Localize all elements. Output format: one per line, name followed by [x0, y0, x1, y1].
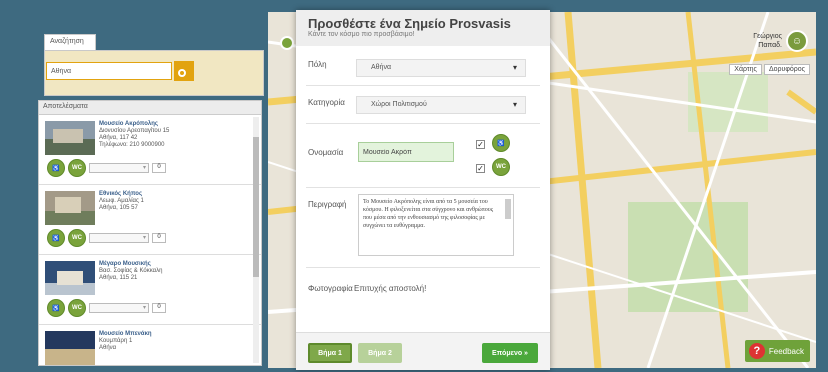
result-thumbnail: [45, 261, 95, 295]
modal-footer: Βήμα 1 Βήμα 2 Επόμενο »: [296, 332, 550, 370]
city-row: Πόλη Αθήνα: [306, 50, 540, 86]
description-label: Περιγραφή: [308, 200, 347, 209]
category-select[interactable]: Χώροι Πολιτισμού: [356, 96, 526, 114]
wheelchair-checkbox[interactable]: ✓: [476, 140, 485, 149]
result-line: Βασ. Σοφίας & Κόκκαλη: [99, 268, 163, 274]
wheelchair-icon[interactable]: ♿: [47, 159, 65, 177]
description-textarea[interactable]: Το Μουσείο Ακρόπολης είναι από τα 5 μουσ…: [358, 194, 514, 256]
result-line: Κουμπάρη 1: [99, 338, 133, 344]
result-thumbnail: [45, 191, 95, 225]
name-label: Ονομασία: [308, 148, 344, 157]
result-line: Διονυσίου Αρεοπαγίτου 15: [99, 128, 170, 134]
category-label: Κατηγορία: [308, 98, 345, 107]
next-button[interactable]: Επόμενο »: [482, 343, 538, 363]
results-scrollbar[interactable]: [253, 117, 259, 363]
wheelchair-icon[interactable]: ♿: [47, 299, 65, 317]
add-point-modal: Προσθέστε ένα Σημείο Prosvasis Κάντε τον…: [296, 10, 550, 370]
results-title: Αποτελέσματα: [39, 101, 261, 115]
photo-label: Φωτογραφία: [308, 284, 353, 293]
city-label: Πόλη: [308, 60, 327, 69]
result-title: Μέγαρο Μουσικής: [99, 261, 151, 267]
modal-header: Προσθέστε ένα Σημείο Prosvasis Κάντε τον…: [296, 10, 550, 46]
help-icon: ?: [748, 343, 765, 359]
list-item[interactable]: Μουσείο Ακρόπολης Διονυσίου Αρεοπαγίτου …: [39, 115, 261, 185]
search-button[interactable]: [174, 61, 194, 81]
wc-badge[interactable]: WC: [68, 229, 86, 247]
wc-icon[interactable]: WC: [492, 158, 510, 176]
list-item[interactable]: Εθνικός Κήπος Λεωφ. Αμαλίας 1 Αθήνα, 105…: [39, 185, 261, 255]
result-line: Αθήνα: [99, 345, 117, 351]
result-title: Μουσείο Μπενάκη: [99, 331, 152, 337]
wc-badge[interactable]: WC: [68, 299, 86, 317]
scrollbar-thumb[interactable]: [253, 137, 259, 277]
user-name-line1: Γεώργιος: [753, 33, 782, 40]
search-icon: [178, 69, 186, 77]
list-item[interactable]: Μέγαρο Μουσικής Βασ. Σοφίας & Κόκκαλη Αθ…: [39, 255, 261, 325]
modal-subtitle: Κάντε τον κόσμο πιο προσβάσιμο!: [308, 31, 415, 38]
category-row: Κατηγορία Χώροι Πολιτισμού: [306, 86, 540, 124]
result-thumbnail: [45, 331, 95, 365]
step1-button[interactable]: Βήμα 1: [308, 343, 352, 363]
rating-count: 0: [152, 303, 166, 313]
map-pan-control[interactable]: [280, 36, 294, 50]
user-name-line2: Παπαδ.: [758, 42, 782, 49]
wheelchair-icon[interactable]: ♿: [492, 134, 510, 152]
search-input[interactable]: [46, 62, 172, 80]
map-type-controls: Χάρτης Δορυφόρος: [729, 64, 810, 75]
result-line: Τηλέφωνο: 210 9000900: [99, 142, 165, 148]
modal-title: Προσθέστε ένα Σημείο Prosvasis: [308, 16, 511, 31]
wc-badge[interactable]: WC: [68, 159, 86, 177]
city-select[interactable]: Αθήνα: [356, 59, 526, 77]
wc-checkbox[interactable]: ✓: [476, 164, 485, 173]
search-tab[interactable]: Αναζήτηση: [44, 34, 96, 50]
left-panel: Αναζήτηση Αποτελέσματα Μουσείο Ακρόπολης…: [34, 26, 264, 368]
user-box[interactable]: Γεώργιος Παπαδ. ☺: [753, 30, 808, 52]
result-thumbnail: [45, 121, 95, 155]
rating-bar[interactable]: ▾: [89, 233, 149, 243]
rating-bar[interactable]: ▾: [89, 163, 149, 173]
rating-count: 0: [152, 163, 166, 173]
name-row: Ονομασία ✓ ♿ ✓ WC: [306, 124, 540, 188]
result-line: Λεωφ. Αμαλίας 1: [99, 198, 144, 204]
description-row: Περιγραφή Το Μουσείο Ακρόπολης είναι από…: [306, 188, 540, 268]
result-line: Αθήνα, 115 21: [99, 275, 138, 281]
result-title: Μουσείο Ακρόπολης: [99, 121, 158, 127]
feedback-label: Feedback: [768, 346, 804, 356]
rating-count: 0: [152, 233, 166, 243]
map-type-map-button[interactable]: Χάρτης: [729, 64, 762, 75]
map-type-satellite-button[interactable]: Δορυφόρος: [763, 64, 810, 75]
wheelchair-icon[interactable]: ♿: [47, 229, 65, 247]
avatar[interactable]: ☺: [786, 30, 808, 52]
feedback-button[interactable]: ? Feedback: [744, 340, 810, 362]
result-title: Εθνικός Κήπος: [99, 191, 143, 197]
photo-row: Φωτογραφία Επιτυχής αποστολή!: [306, 268, 540, 312]
textarea-scrollbar[interactable]: [505, 199, 511, 219]
rating-bar[interactable]: ▾: [89, 303, 149, 313]
result-line: Αθήνα, 117 42: [99, 135, 138, 141]
name-input[interactable]: [358, 142, 454, 162]
results-list: Αποτελέσματα Μουσείο Ακρόπολης Διονυσίου…: [38, 100, 262, 366]
list-item[interactable]: Μουσείο Μπενάκη Κουμπάρη 1 Αθήνα: [39, 325, 261, 365]
description-text: Το Μουσείο Ακρόπολης είναι από τα 5 μουσ…: [363, 199, 494, 229]
result-line: Αθήνα, 105 57: [99, 205, 138, 211]
photo-status: Επιτυχής αποστολή!: [354, 284, 427, 293]
step2-button[interactable]: Βήμα 2: [358, 343, 402, 363]
